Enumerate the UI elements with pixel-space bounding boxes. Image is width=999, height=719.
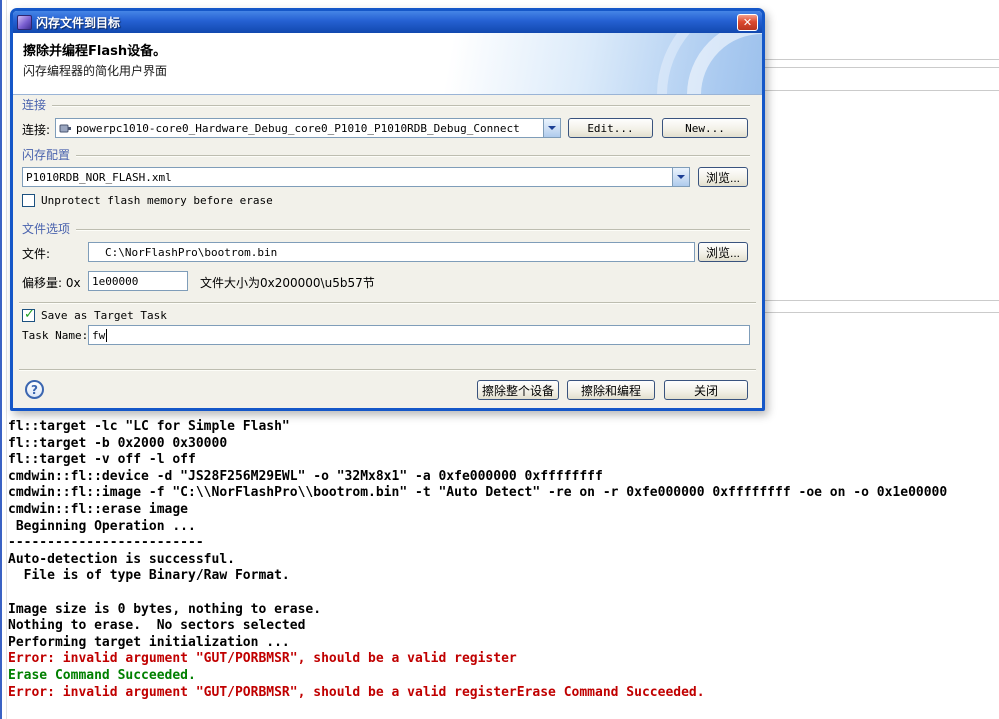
section-file-options-label: 文件选项 <box>22 221 71 236</box>
checkbox-box <box>22 193 35 207</box>
dropdown-arrow-icon[interactable] <box>543 119 560 137</box>
section-connection: 连接 <box>22 97 750 112</box>
background-row-line <box>762 59 999 60</box>
section-divider <box>76 228 750 231</box>
separator <box>19 369 756 371</box>
background-row-line <box>762 312 999 313</box>
section-divider <box>76 154 750 157</box>
file-path-value: C:\NorFlashPro\bootrom.bin <box>105 245 278 259</box>
checkbox-box <box>22 307 35 322</box>
connection-field-label: 连接: <box>22 123 51 137</box>
console-line: Erase Command Succeeded. <box>8 667 196 683</box>
console-line: Performing target initialization ... <box>8 634 290 650</box>
header-title: 擦除并编程Flash设备。 <box>23 44 167 59</box>
file-size-note: 文件大小为0x200000\u5b57节 <box>200 276 375 290</box>
task-name-label: Task Name: <box>22 329 89 342</box>
flash-config-combo-value: P1010RDB_NOR_FLASH.xml <box>26 170 172 184</box>
console-output[interactable]: fl::target -lc "LC for Simple Flash" fl::… <box>8 419 996 701</box>
section-connection-label: 连接 <box>22 97 47 112</box>
erase-and-program-button[interactable]: 擦除和编程 <box>567 380 655 400</box>
header-subtitle: 闪存编程器的简化用户界面 <box>23 64 168 78</box>
edit-button[interactable]: Edit... <box>568 118 653 138</box>
flash-config-browse-button[interactable]: 浏览... <box>698 167 748 187</box>
console-line: Auto-detection is successful. <box>8 551 235 567</box>
connection-combo[interactable]: powerpc1010-core0_Hardware_Debug_core0_P… <box>55 118 561 138</box>
console-line: fl::target -v off -l off <box>8 452 196 468</box>
help-button[interactable]: ? <box>25 380 44 399</box>
console-line: ------------------------- <box>8 535 204 551</box>
connection-combo-value: powerpc1010-core0_Hardware_Debug_core0_P… <box>76 121 520 135</box>
console-line: fl::target -lc "LC for Simple Flash" <box>8 419 290 434</box>
background-row-line <box>762 90 999 91</box>
panel-left-divider <box>6 0 7 719</box>
help-icon: ? <box>31 382 38 397</box>
close-dialog-button[interactable]: 关闭 <box>664 380 748 400</box>
console-line: Nothing to erase. No sectors selected <box>8 618 306 634</box>
separator <box>19 302 756 304</box>
dialog-titlebar[interactable]: 闪存文件到目标 ✕ <box>13 11 762 33</box>
console-line: fl::target -b 0x2000 0x30000 <box>8 435 228 451</box>
file-field-label: 文件: <box>22 247 51 261</box>
task-name-value: fw <box>92 328 106 342</box>
window-left-border <box>0 0 2 719</box>
unprotect-checkbox[interactable]: Unprotect flash memory before erase <box>22 193 273 207</box>
console-line: Image size is 0 bytes, nothing to erase. <box>8 601 322 617</box>
console-line: cmdwin::fl::erase image <box>8 501 189 517</box>
console-line: Error: invalid argument "GUT/PORBMSR", s… <box>8 651 517 667</box>
offset-input[interactable]: 1e00000 <box>88 271 188 291</box>
banner-curve-graphic <box>657 33 762 94</box>
section-flash-config-label: 闪存配置 <box>22 147 71 162</box>
background-row-line <box>762 67 999 68</box>
flash-config-combo[interactable]: P1010RDB_NOR_FLASH.xml <box>22 167 690 187</box>
new-button[interactable]: New... <box>662 118 748 138</box>
save-as-task-label: Save as Target Task <box>41 308 167 322</box>
close-button[interactable]: ✕ <box>737 13 758 31</box>
console-line: Beginning Operation ... <box>8 518 196 534</box>
console-line: cmdwin::fl::image -f "C:\\NorFlashPro\\b… <box>8 485 948 501</box>
background-row-line <box>762 300 999 301</box>
task-name-input[interactable]: fw <box>88 325 750 345</box>
dialog-title: 闪存文件到目标 <box>36 15 121 30</box>
console-line: cmdwin::fl::device -d "JS28F256M29EWL" -… <box>8 468 603 484</box>
section-file-options: 文件选项 <box>22 221 750 236</box>
console-line: Error: invalid argument "GUT/PORBMSR", s… <box>8 684 705 700</box>
erase-whole-device-button[interactable]: 擦除整个设备 <box>477 380 559 400</box>
close-icon: ✕ <box>742 15 753 29</box>
dropdown-arrow-icon[interactable] <box>672 168 689 186</box>
offset-field-label: 偏移量: 0x <box>22 276 81 290</box>
dialog-header-banner: 擦除并编程Flash设备。 闪存编程器的简化用户界面 <box>13 33 762 95</box>
text-caret <box>106 328 108 342</box>
section-flash-config: 闪存配置 <box>22 147 750 162</box>
dialog-app-icon <box>17 14 32 30</box>
connection-icon <box>59 122 72 135</box>
file-browse-button[interactable]: 浏览... <box>698 242 748 262</box>
offset-value: 1e00000 <box>92 274 139 288</box>
save-as-task-checkbox[interactable]: Save as Target Task <box>22 307 167 322</box>
flash-file-to-target-dialog: 闪存文件到目标 ✕ 擦除并编程Flash设备。 闪存编程器的简化用户界面 连接 … <box>10 8 765 411</box>
file-path-input[interactable]: C:\NorFlashPro\bootrom.bin <box>88 242 695 262</box>
unprotect-checkbox-label: Unprotect flash memory before erase <box>41 193 273 207</box>
console-line: File is of type Binary/Raw Format. <box>8 568 290 584</box>
section-divider <box>52 104 750 107</box>
